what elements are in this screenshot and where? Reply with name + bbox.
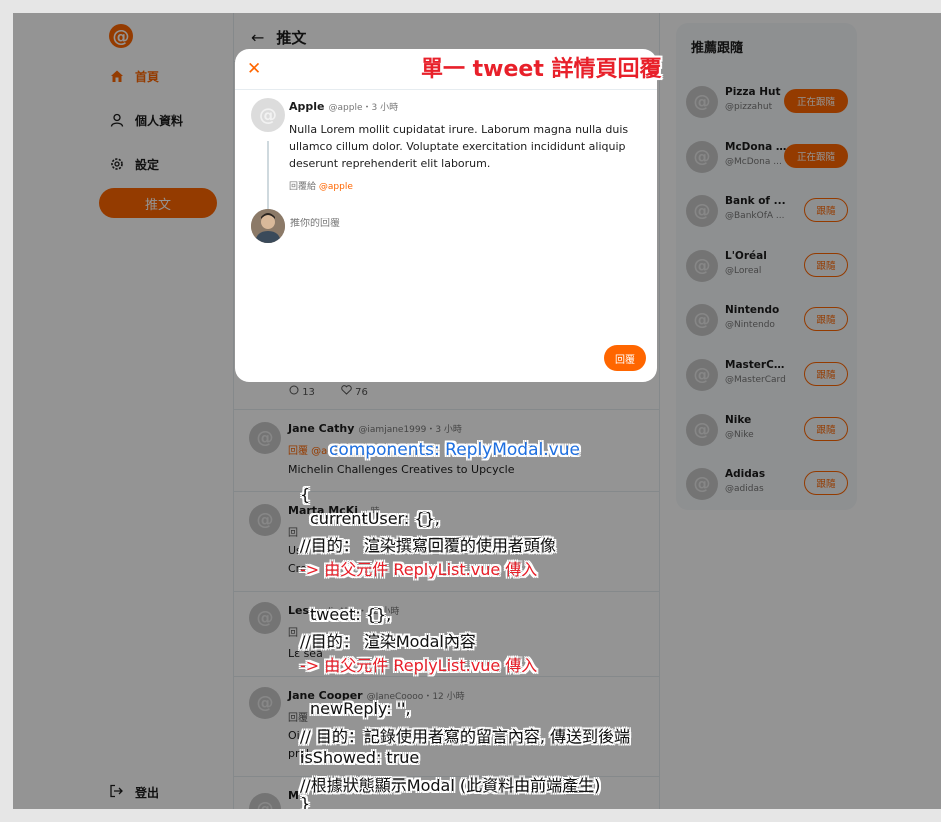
annotation-line: newReply: '', [310, 699, 411, 718]
annotation-line: } [300, 794, 311, 809]
annotation-line: //目的： 渲染Modal內容 [300, 632, 476, 651]
modal-divider [235, 89, 657, 90]
reply-to-label: 回覆給 @apple [289, 179, 353, 192]
tweet-author: Apple @apple・3 小時 [289, 100, 398, 113]
annotation-line: currentUser: {}, [310, 509, 440, 528]
annotation-line: tweet: {}, [310, 605, 392, 624]
reply-input[interactable] [290, 218, 630, 229]
annotation-line: //根據狀態顯示Modal (此資料由前端產生) [300, 776, 601, 795]
reply-to-prefix: 回覆給 [289, 182, 317, 192]
reply-modal: ✕ @ Apple @apple・3 小時 Nulla Lorem mollit … [235, 49, 657, 382]
annotation-line: { [300, 485, 311, 504]
current-user-avatar [251, 209, 285, 243]
app-frame: @ 首頁 個人資料 設定 推文 登出 ← 推文 13 76 @ Jane Cat… [13, 13, 941, 809]
tweet-author-meta: @apple・3 小時 [328, 103, 399, 113]
annotation-line: // 目的：記錄使用者寫的留言內容, 傳送到後端 [300, 727, 631, 746]
close-icon[interactable]: ✕ [247, 59, 261, 79]
annotation-line: isShowed: true [300, 748, 420, 767]
annotation-line: -> 由父元件 ReplyList.vue 傳入 [300, 560, 538, 579]
reply-to-handle[interactable]: @apple [319, 182, 353, 192]
annotation-component: components: ReplyModal.vue [329, 440, 580, 460]
tweet-body: Nulla Lorem mollit cupidatat irure. Labo… [289, 123, 629, 170]
tweet-author-name: Apple [289, 100, 325, 113]
annotation-line: //目的： 渲染撰寫回覆的使用者頭像 [300, 536, 556, 555]
thread-line [267, 141, 269, 211]
tweet-author-avatar: @ [251, 98, 285, 132]
reply-submit-button[interactable]: 回覆 [604, 345, 646, 371]
annotation-title: 單一 tweet 詳情頁回覆 [421, 57, 662, 82]
annotation-line: -> 由父元件 ReplyList.vue 傳入 [300, 656, 538, 675]
